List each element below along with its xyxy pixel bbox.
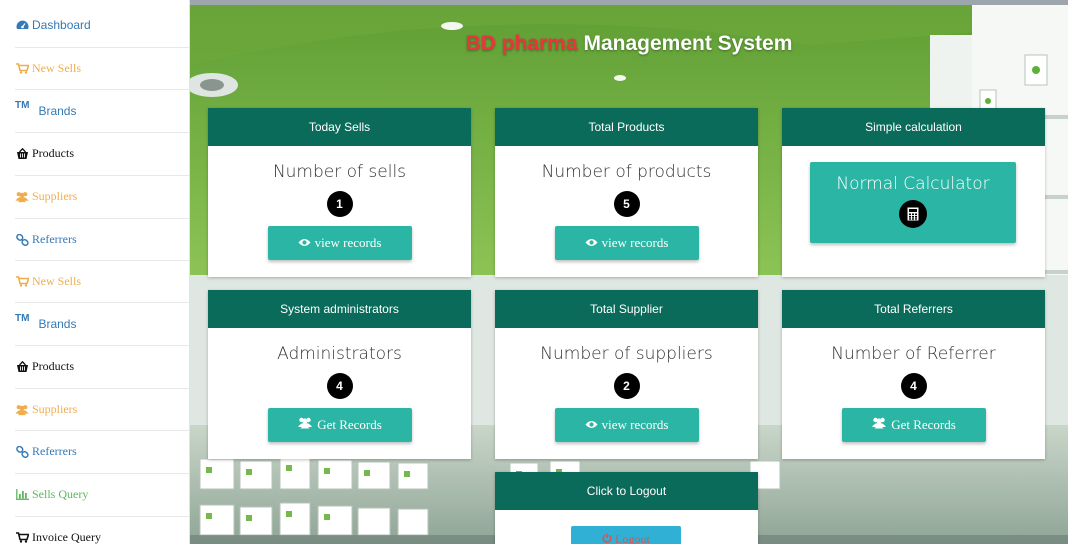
sidebar: Dashboard New Sells TM Brands Products S… <box>0 0 190 544</box>
trademark-icon: TM <box>15 313 30 324</box>
button-label: Logout <box>615 532 650 544</box>
view-records-button[interactable]: view records <box>554 226 699 260</box>
eye-icon <box>585 417 598 433</box>
view-records-button[interactable]: view records <box>554 408 699 442</box>
button-label: view records <box>314 235 382 250</box>
sidebar-item-suppliers[interactable]: Suppliers <box>15 175 189 217</box>
card-system-administrators: System administrators Administrators 4 G… <box>208 290 471 459</box>
app-title: BD pharma Management System <box>190 32 1068 56</box>
card-label: Number of Referrer <box>831 344 996 364</box>
app-title-brand: BD pharma <box>465 32 578 55</box>
trademark-icon: TM <box>15 100 30 111</box>
card-body: Number of suppliers 2 view records <box>495 328 758 459</box>
eye-icon <box>298 235 311 251</box>
sidebar-item-label: Referrers <box>32 444 77 458</box>
card-body: Number of Referrer 4 Get Records <box>782 328 1045 459</box>
users-icon <box>871 417 887 433</box>
count-badge: 4 <box>326 373 353 399</box>
sidebar-item-referrers[interactable]: Referrers <box>15 218 189 260</box>
get-records-button[interactable]: Get Records <box>841 408 986 442</box>
bar-chart-icon <box>15 488 29 502</box>
card-simple-calculation: Simple calculation Normal Calculator <box>782 108 1045 277</box>
view-records-button[interactable]: view records <box>267 226 412 260</box>
sidebar-item-label: Invoice Query <box>32 530 101 544</box>
sidebar-item-label: New Sells <box>32 274 81 288</box>
eye-icon <box>585 235 598 251</box>
sidebar-item-label: Sells Query <box>32 487 89 501</box>
basket-icon <box>15 360 29 374</box>
count-badge: 2 <box>613 373 640 399</box>
sidebar-item-label: Brands <box>38 103 77 118</box>
button-label: Normal Calculator <box>836 174 990 194</box>
button-label: Get Records <box>317 417 382 432</box>
card-today-sells: Today Sells Number of sells 1 view recor… <box>208 108 471 277</box>
cart-icon <box>15 531 29 544</box>
count-badge: 4 <box>900 373 927 399</box>
basket-icon <box>15 147 29 161</box>
sidebar-item-products-2[interactable]: Products <box>15 345 189 387</box>
card-header: System administrators <box>208 290 471 328</box>
card-logout: Click to Logout Logout <box>495 472 758 544</box>
sidebar-item-new-sells[interactable]: New Sells <box>15 47 189 89</box>
card-header: Today Sells <box>208 108 471 146</box>
logout-button[interactable]: Logout <box>571 526 681 544</box>
sidebar-item-brands-2[interactable]: TM Brands <box>15 302 189 344</box>
button-label: Get Records <box>891 417 956 432</box>
sidebar-item-label: Dashboard <box>32 18 91 32</box>
link-icon <box>15 445 29 459</box>
users-icon <box>297 417 313 433</box>
card-header: Total Referrers <box>782 290 1045 328</box>
power-icon <box>602 532 612 544</box>
card-total-products: Total Products Number of products 5 view… <box>495 108 758 277</box>
sidebar-item-referrers-2[interactable]: Referrers <box>15 430 189 472</box>
users-icon <box>15 190 29 204</box>
cart-icon <box>15 62 29 76</box>
card-header: Click to Logout <box>495 472 758 510</box>
sidebar-item-brands[interactable]: TM Brands <box>15 89 189 131</box>
sidebar-item-label: Products <box>32 359 74 373</box>
get-records-button[interactable]: Get Records <box>267 408 412 442</box>
sidebar-item-label: Products <box>32 146 74 160</box>
card-total-referrers: Total Referrers Number of Referrer 4 Get… <box>782 290 1045 459</box>
button-label: view records <box>601 417 669 432</box>
card-label: Administrators <box>277 344 402 364</box>
app-title-suffix: Management System <box>583 32 793 55</box>
sidebar-item-label: Suppliers <box>32 402 78 416</box>
card-header: Total Supplier <box>495 290 758 328</box>
count-badge: 1 <box>326 191 353 217</box>
link-icon <box>15 233 29 247</box>
card-header: Total Products <box>495 108 758 146</box>
sidebar-item-products[interactable]: Products <box>15 132 189 174</box>
normal-calculator-button[interactable]: Normal Calculator <box>810 162 1016 243</box>
sidebar-item-new-sells-2[interactable]: New Sells <box>15 260 189 302</box>
sidebar-item-label: New Sells <box>32 61 81 75</box>
card-body: Normal Calculator <box>782 146 1045 277</box>
sidebar-item-label: Referrers <box>32 232 77 246</box>
sidebar-item-invoice-query[interactable]: Invoice Query <box>15 516 189 544</box>
sidebar-item-label: Brands <box>38 316 77 331</box>
dashboard-icon <box>15 18 29 32</box>
card-body: Number of products 5 view records <box>495 146 758 277</box>
users-icon <box>15 403 29 417</box>
button-label: view records <box>601 235 669 250</box>
cart-icon <box>15 275 29 289</box>
main-content: BD pharma Management System Today Sells … <box>190 0 1068 544</box>
card-header: Simple calculation <box>782 108 1045 146</box>
calculator-icon <box>899 200 927 228</box>
card-label: Number of suppliers <box>540 344 713 364</box>
card-label: Number of sells <box>272 162 407 182</box>
card-total-supplier: Total Supplier Number of suppliers 2 vie… <box>495 290 758 459</box>
sidebar-item-dashboard[interactable]: Dashboard <box>15 4 189 46</box>
sidebar-item-sells-query[interactable]: Sells Query <box>15 473 189 515</box>
sidebar-item-label: Suppliers <box>32 189 78 203</box>
sidebar-item-suppliers-2[interactable]: Suppliers <box>15 388 189 430</box>
count-badge: 5 <box>613 191 640 217</box>
card-body: Administrators 4 Get Records <box>208 328 471 459</box>
card-label: Number of products <box>541 162 712 182</box>
card-body: Logout <box>495 510 758 544</box>
card-body: Number of sells 1 view records <box>208 146 471 277</box>
